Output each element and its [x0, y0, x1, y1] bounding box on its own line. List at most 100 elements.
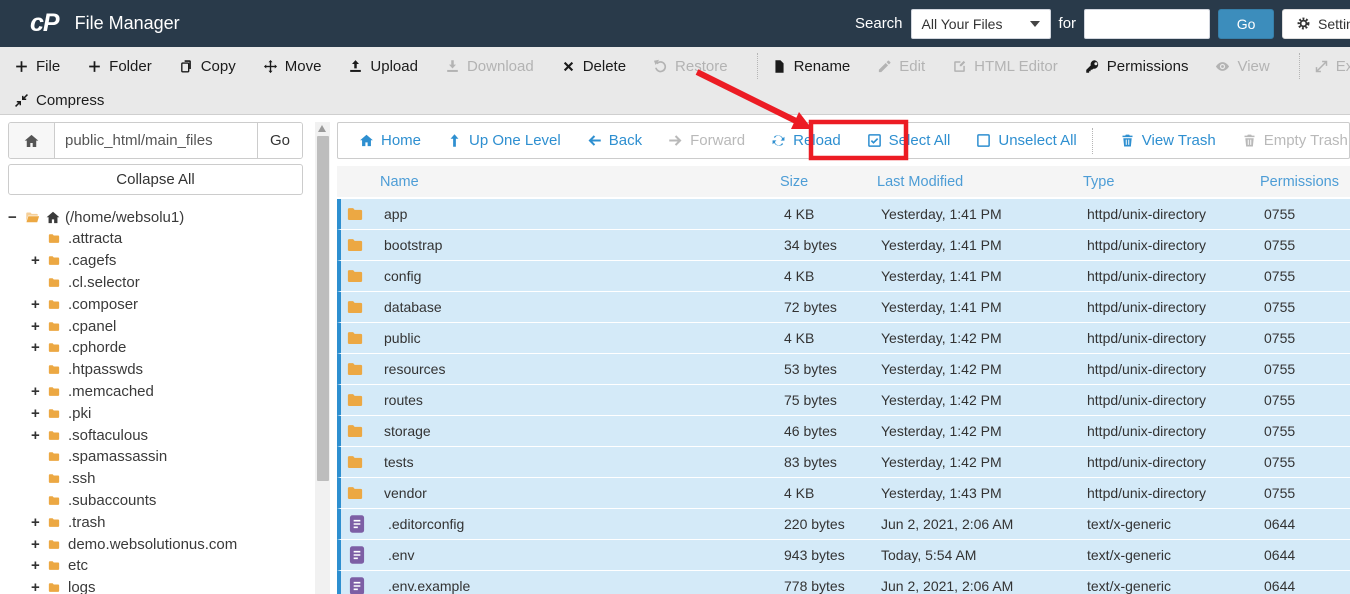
cell-permissions: 0644: [1264, 516, 1296, 532]
nav-button-label: Reload: [793, 132, 841, 149]
tree-item[interactable]: + .composer: [8, 293, 308, 315]
cell-permissions: 0755: [1264, 454, 1296, 470]
table-row[interactable]: .env.example 778 bytes Jun 2, 2021, 2:06…: [337, 571, 1350, 594]
tree-item[interactable]: .ssh: [8, 468, 308, 490]
folder-icon: [46, 559, 62, 572]
expand-sign[interactable]: +: [31, 405, 46, 422]
column-header-name[interactable]: Name: [337, 174, 780, 190]
tree-item[interactable]: + etc: [8, 555, 308, 577]
path-input[interactable]: [55, 123, 257, 158]
toolbar-row-1: File Folder Copy Move Upload Download De…: [0, 47, 1350, 85]
table-row[interactable]: app 4 KB Yesterday, 1:41 PM httpd/unix-d…: [337, 199, 1350, 230]
search-go-button[interactable]: Go: [1218, 8, 1275, 39]
tree-item[interactable]: + .softaculous: [8, 424, 308, 446]
expand-sign[interactable]: +: [31, 318, 46, 335]
search-input[interactable]: [1084, 8, 1211, 39]
tree-item[interactable]: + .memcached: [8, 381, 308, 403]
table-row[interactable]: .editorconfig 220 bytes Jun 2, 2021, 2:0…: [337, 509, 1350, 540]
row-type-icon: [347, 576, 367, 594]
expand-sign[interactable]: +: [31, 557, 46, 574]
toolbar-button[interactable]: Extract: [1314, 58, 1350, 75]
tree-item[interactable]: .attracta: [8, 228, 308, 250]
tree-item[interactable]: + logs: [8, 577, 308, 594]
table-row[interactable]: public 4 KB Yesterday, 1:42 PM httpd/uni…: [337, 323, 1350, 354]
table-row[interactable]: storage 46 bytes Yesterday, 1:42 PM http…: [337, 416, 1350, 447]
toolbar-button[interactable]: View: [1215, 58, 1270, 75]
expand-sign[interactable]: +: [31, 296, 46, 313]
toolbar-button[interactable]: Folder: [87, 58, 152, 75]
table-row[interactable]: vendor 4 KB Yesterday, 1:43 PM httpd/uni…: [337, 478, 1350, 509]
tree-item[interactable]: + .cpanel: [8, 315, 308, 337]
scrollbar-up-arrow-icon[interactable]: [318, 125, 326, 132]
expand-sign[interactable]: +: [31, 383, 46, 400]
tree-item[interactable]: .subaccounts: [8, 490, 308, 512]
toolbar-button[interactable]: Permissions: [1085, 58, 1188, 75]
path-go-button[interactable]: Go: [257, 123, 302, 158]
toolbar-button[interactable]: Download: [445, 58, 534, 75]
nav-button[interactable]: Up One Level: [447, 132, 561, 149]
folder-icon: [46, 516, 62, 529]
toolbar-button[interactable]: Edit: [877, 58, 925, 75]
nav-button[interactable]: Select All: [867, 132, 950, 149]
expand-sign[interactable]: +: [31, 339, 46, 356]
scrollbar-thumb[interactable]: [316, 136, 329, 481]
column-header-permissions[interactable]: Permissions: [1260, 174, 1350, 190]
tree-item[interactable]: .htpasswds: [8, 359, 308, 381]
nav-button[interactable]: Home: [359, 132, 421, 149]
expand-sign[interactable]: +: [31, 514, 46, 531]
toolbar-button[interactable]: Rename: [772, 58, 850, 75]
cell-name: vendor: [341, 484, 784, 502]
toolbar-button-icon: [653, 59, 668, 74]
path-home-button[interactable]: [9, 123, 55, 158]
expand-sign[interactable]: +: [31, 427, 46, 444]
nav-button[interactable]: Back: [587, 132, 642, 149]
table-row[interactable]: config 4 KB Yesterday, 1:41 PM httpd/uni…: [337, 261, 1350, 292]
cell-modified: Yesterday, 1:42 PM: [881, 392, 1002, 408]
table-row[interactable]: bootstrap 34 bytes Yesterday, 1:41 PM ht…: [337, 230, 1350, 261]
sidebar-scrollbar[interactable]: [315, 122, 330, 594]
toolbar-button[interactable]: HTML Editor: [952, 58, 1058, 75]
collapse-all-button[interactable]: Collapse All: [8, 164, 303, 195]
table-row[interactable]: resources 53 bytes Yesterday, 1:42 PM ht…: [337, 354, 1350, 385]
table-row[interactable]: routes 75 bytes Yesterday, 1:42 PM httpd…: [337, 385, 1350, 416]
toolbar-button[interactable]: File: [14, 58, 60, 75]
table-row[interactable]: database 72 bytes Yesterday, 1:41 PM htt…: [337, 292, 1350, 323]
table-row[interactable]: .env 943 bytes Today, 5:54 AM text/x-gen…: [337, 540, 1350, 571]
toolbar-button[interactable]: Copy: [179, 58, 236, 75]
tree-item[interactable]: + .pki: [8, 402, 308, 424]
toolbar-button[interactable]: Delete: [561, 58, 626, 75]
tree-item-label: demo.websolutionus.com: [68, 535, 238, 553]
toolbar-button-icon: [87, 59, 102, 74]
toolbar-button[interactable]: Move: [263, 58, 321, 75]
cell-type: httpd/unix-directory: [1087, 237, 1207, 253]
column-header-type[interactable]: Type: [1083, 174, 1260, 190]
toolbar-button[interactable]: Upload: [348, 58, 418, 75]
toolbar-button[interactable]: Restore: [653, 58, 728, 75]
nav-button[interactable]: Reload: [771, 132, 841, 149]
expand-sign[interactable]: +: [31, 252, 46, 269]
tree-item[interactable]: .spamassassin: [8, 446, 308, 468]
nav-button[interactable]: Forward: [668, 132, 745, 149]
expand-sign[interactable]: +: [31, 579, 46, 594]
column-header-size[interactable]: Size: [780, 174, 877, 190]
nav-button[interactable]: Empty Trash: [1242, 132, 1348, 149]
tree-item[interactable]: + .cphorde: [8, 337, 308, 359]
nav-button[interactable]: Unselect All: [976, 132, 1077, 149]
toolbar-button[interactable]: Compress: [14, 92, 104, 109]
tree-item[interactable]: + .trash: [8, 511, 308, 533]
tree-item[interactable]: .cl.selector: [8, 272, 308, 294]
collapse-sign[interactable]: −: [8, 209, 23, 226]
nav-button-label: Unselect All: [998, 132, 1077, 149]
tree-item[interactable]: + demo.websolutionus.com: [8, 533, 308, 555]
search-scope-select[interactable]: All Your Files: [910, 8, 1051, 39]
tree-item[interactable]: + .cagefs: [8, 250, 308, 272]
settings-button[interactable]: Settings: [1282, 8, 1350, 39]
toolbar-button-icon: [1215, 59, 1230, 74]
cell-size: 46 bytes: [784, 423, 837, 439]
nav-button[interactable]: View Trash: [1120, 132, 1216, 149]
table-row[interactable]: tests 83 bytes Yesterday, 1:42 PM httpd/…: [337, 447, 1350, 478]
tree-root-item[interactable]: − (/home/websolu1): [8, 206, 308, 228]
column-header-modified[interactable]: Last Modified: [877, 174, 1083, 190]
expand-sign[interactable]: +: [31, 536, 46, 553]
folder-icon: [46, 472, 62, 485]
